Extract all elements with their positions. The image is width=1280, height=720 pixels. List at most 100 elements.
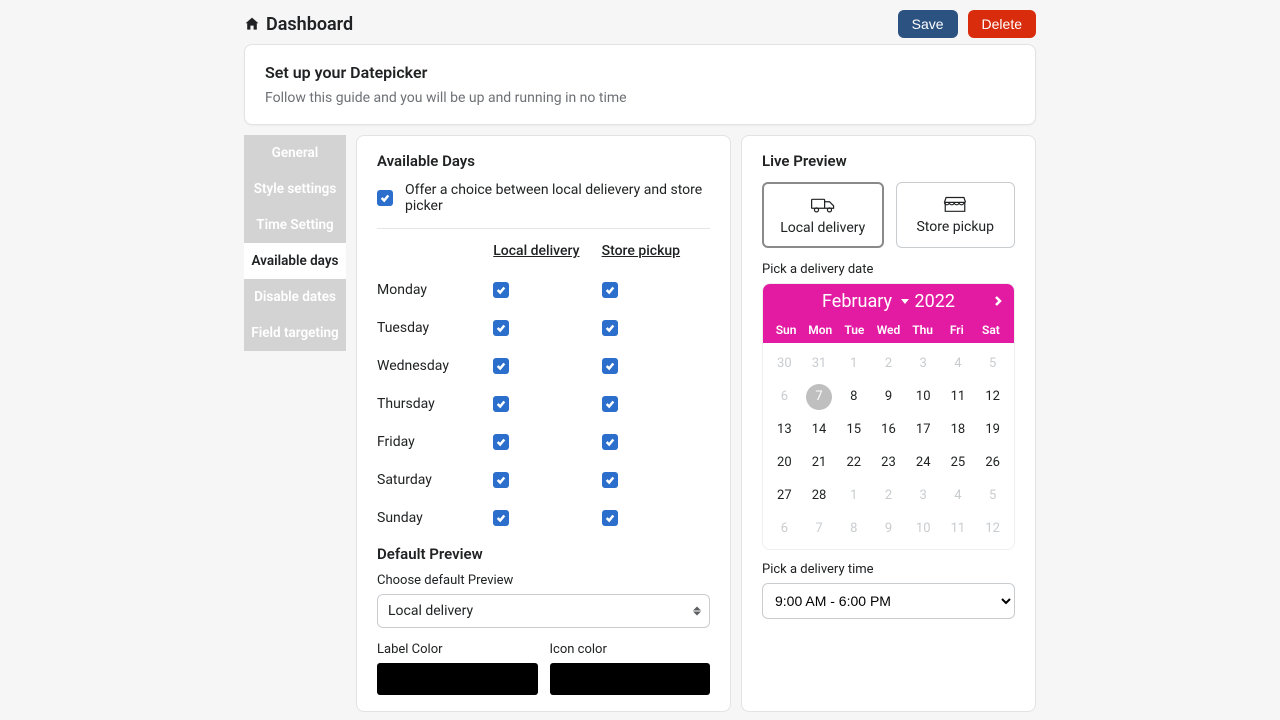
calendar-month-select[interactable]: February [822,291,908,312]
cal-day[interactable]: 25 [941,446,976,479]
home-icon [244,16,260,32]
cal-day: 1 [836,347,871,380]
cal-day: 2 [871,347,906,380]
cal-day[interactable]: 12 [975,380,1010,413]
day-store-checkbox[interactable] [602,472,618,488]
cal-day[interactable]: 27 [767,479,802,512]
cal-day[interactable]: 23 [871,446,906,479]
choice-store-pickup[interactable]: Store pickup [896,182,1016,248]
default-preview-select[interactable]: Local delivery [377,594,710,628]
cal-day[interactable]: 21 [802,446,837,479]
cal-dayname: Tue [837,323,871,337]
cal-day[interactable]: 7 [802,380,837,413]
offer-choice-label: Offer a choice between local delievery a… [405,182,710,214]
cal-day: 4 [941,479,976,512]
chevron-down-icon [901,299,909,304]
label-color-swatch[interactable] [377,663,538,695]
offer-choice-checkbox[interactable] [377,190,393,206]
calendar: February 2022 SunMonTueWedThuFriSat 3031… [762,283,1015,550]
cal-day: 31 [802,347,837,380]
cal-dayname: Sun [769,323,803,337]
label-color-label: Label Color [377,642,538,657]
page-title: Dashboard [266,14,353,35]
cal-day: 30 [767,347,802,380]
day-name: Wednesday [377,358,493,374]
cal-day[interactable]: 20 [767,446,802,479]
calendar-next[interactable] [992,291,1004,312]
day-local-checkbox[interactable] [493,472,509,488]
sidebar-item-0[interactable]: General [244,135,346,171]
delivery-time-select[interactable]: 9:00 AM - 6:00 PM [762,583,1015,619]
day-store-checkbox[interactable] [602,358,618,374]
cal-dayname: Fri [940,323,974,337]
cal-day: 5 [975,479,1010,512]
day-name: Friday [377,434,493,450]
cal-day[interactable]: 8 [836,380,871,413]
icon-color-swatch[interactable] [550,663,711,695]
intro-sub: Follow this guide and you will be up and… [265,90,1015,106]
day-local-checkbox[interactable] [493,320,509,336]
day-local-checkbox[interactable] [493,396,509,412]
save-button[interactable]: Save [898,10,958,38]
cal-day: 8 [836,512,871,545]
pick-time-label: Pick a delivery time [762,562,1015,577]
calendar-year: 2022 [915,291,955,312]
day-local-checkbox[interactable] [493,358,509,374]
col-store: Store pickup [602,243,710,259]
cal-dayname: Sat [974,323,1008,337]
choice-local-delivery[interactable]: Local delivery [762,182,884,248]
cal-day[interactable]: 26 [975,446,1010,479]
cal-day[interactable]: 19 [975,413,1010,446]
cal-day: 6 [767,380,802,413]
cal-day: 2 [871,479,906,512]
day-store-checkbox[interactable] [602,434,618,450]
cal-dayname: Thu [906,323,940,337]
day-store-checkbox[interactable] [602,396,618,412]
sidebar-item-2[interactable]: Time Setting [244,207,346,243]
store-icon [942,193,968,215]
day-name: Sunday [377,510,493,526]
sidebar-item-3[interactable]: Available days [244,243,346,279]
cal-day[interactable]: 22 [836,446,871,479]
truck-icon [810,194,836,216]
available-title: Available Days [377,152,710,170]
intro-title: Set up your Datepicker [265,63,1015,82]
sidebar-item-4[interactable]: Disable dates [244,279,346,315]
cal-day: 12 [975,512,1010,545]
sidebar-item-1[interactable]: Style settings [244,171,346,207]
day-name: Monday [377,282,493,298]
cal-day[interactable]: 17 [906,413,941,446]
icon-color-label: Icon color [550,642,711,657]
day-store-checkbox[interactable] [602,282,618,298]
cal-day: 6 [767,512,802,545]
cal-day[interactable]: 14 [802,413,837,446]
cal-day[interactable]: 18 [941,413,976,446]
cal-day[interactable]: 13 [767,413,802,446]
col-local: Local delivery [493,243,601,259]
select-caret-icon [693,607,701,616]
cal-day[interactable]: 24 [906,446,941,479]
cal-day[interactable]: 11 [941,380,976,413]
cal-day: 3 [906,347,941,380]
cal-day: 5 [975,347,1010,380]
day-store-checkbox[interactable] [602,510,618,526]
cal-day: 9 [871,512,906,545]
pick-date-label: Pick a delivery date [762,262,1015,277]
day-local-checkbox[interactable] [493,510,509,526]
day-local-checkbox[interactable] [493,434,509,450]
cal-day[interactable]: 9 [871,380,906,413]
default-preview-title: Default Preview [377,545,710,563]
day-store-checkbox[interactable] [602,320,618,336]
cal-day: 3 [906,479,941,512]
day-name: Tuesday [377,320,493,336]
cal-day[interactable]: 10 [906,380,941,413]
cal-day[interactable]: 28 [802,479,837,512]
cal-day: 4 [941,347,976,380]
cal-day[interactable]: 15 [836,413,871,446]
cal-day: 1 [836,479,871,512]
day-local-checkbox[interactable] [493,282,509,298]
cal-day[interactable]: 16 [871,413,906,446]
delete-button[interactable]: Delete [968,10,1036,38]
day-name: Saturday [377,472,493,488]
sidebar-item-5[interactable]: Field targeting [244,315,346,351]
